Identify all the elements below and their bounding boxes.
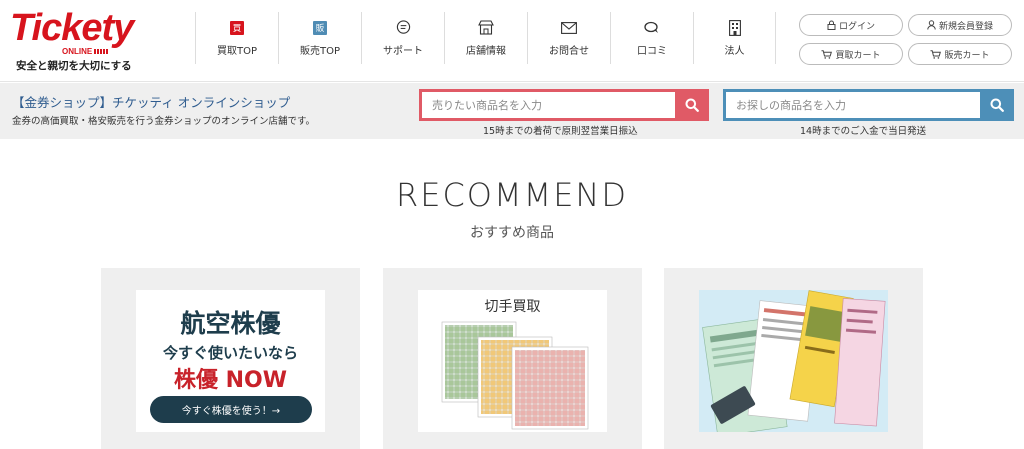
logo-online: ONLINE [62, 47, 108, 56]
cart-icon [930, 49, 942, 59]
sell-note: 15時までの着荷で原則翌営業日振込 [483, 126, 638, 137]
nav-contact[interactable]: お問合せ [527, 12, 610, 64]
recommend-card-stamps[interactable]: 切手買取 [383, 268, 642, 449]
site-header: Tickety ONLINE 安全と親切を大切にする 買 買取TOP 販 販売T… [0, 0, 1024, 82]
nav-label: 買取TOP [216, 45, 257, 57]
nav-label: 販売TOP [299, 45, 340, 57]
jr-tickets-banner [699, 290, 888, 432]
nav-label: 法人 [724, 45, 745, 57]
logo-tagline: 安全と親切を大切にする [16, 60, 132, 72]
nav-buy-top[interactable]: 買 買取TOP [195, 12, 278, 64]
building-icon [727, 19, 743, 36]
nav-reviews[interactable]: 口コミ [610, 12, 693, 64]
main-nav: 買 買取TOP 販 販売TOP サポート 店舗情報 お問合せ 口コミ 法人 [195, 12, 776, 64]
login-button[interactable]: ログイン [799, 14, 903, 36]
banner-heading: 航空株優 [180, 309, 281, 338]
nav-support[interactable]: サポート [361, 12, 444, 64]
store-icon [478, 20, 494, 36]
nav-sell-top[interactable]: 販 販売TOP [278, 12, 361, 64]
sell-search: 売りたい商品名を入力 [419, 89, 709, 121]
support-chat-icon [395, 20, 411, 36]
search-icon [685, 98, 699, 112]
lock-icon [827, 20, 836, 30]
banner-subheading: 今すぐ使いたいなら [162, 344, 298, 362]
sell-cart-button[interactable]: 販売カート [908, 43, 1012, 65]
register-button[interactable]: 新規会員登録 [908, 14, 1012, 36]
buy-search: お探しの商品名を入力 [723, 89, 1014, 121]
tickets-image [699, 290, 888, 432]
recommend-card-airline[interactable]: 航空株優 今すぐ使いたいなら 株優 NOW 今すぐ株優を使う！→ [101, 268, 360, 449]
buy-search-input[interactable]: お探しの商品名を入力 [723, 89, 980, 121]
shop-description: 金券の高価買取・格安販売を行う金券ショップのオンライン店舗です。 [12, 116, 316, 127]
sell-search-input[interactable]: 売りたい商品名を入力 [419, 89, 675, 121]
sell-search-button[interactable] [675, 89, 709, 121]
banner-brand: 株優 NOW [173, 368, 288, 393]
buy-cart-button[interactable]: 買取カート [799, 43, 903, 65]
buy-note: 14時までのご入金で当日発送 [800, 126, 927, 137]
logo-wordmark: Tickety [10, 7, 134, 49]
account-buttons: ログイン 新規会員登録 買取カート 販売カート [799, 14, 1014, 65]
nav-label: お問合せ [549, 45, 589, 57]
shop-title: 【金券ショップ】チケッティ オンラインショップ [12, 95, 291, 110]
use-now-button[interactable]: 今すぐ株優を使う！→ [150, 396, 312, 423]
search-icon [990, 98, 1004, 112]
nav-label: サポート [383, 45, 423, 57]
nav-label: 口コミ [637, 45, 667, 57]
search-band: 【金券ショップ】チケッティ オンラインショップ 金券の高価買取・格安販売を行う金… [0, 83, 1024, 139]
nav-corporate[interactable]: 法人 [693, 12, 776, 64]
user-icon [927, 20, 936, 30]
review-bubble-icon [644, 20, 660, 36]
recommend-subtitle: おすすめ商品 [470, 225, 554, 241]
airline-banner: 航空株優 今すぐ使いたいなら 株優 NOW 今すぐ株優を使う！→ [136, 290, 325, 432]
tickety-logo[interactable]: Tickety ONLINE 安全と親切を大切にする [10, 7, 150, 72]
cart-icon [821, 49, 833, 59]
recommend-title: RECOMMEND [396, 176, 628, 214]
nav-store-info[interactable]: 店舗情報 [444, 12, 527, 64]
recommend-card-jr-tickets[interactable] [664, 268, 923, 449]
stamp-banner: 切手買取 [418, 290, 607, 432]
sell-badge-icon: 販 [313, 20, 327, 35]
mail-icon [561, 20, 577, 36]
stamp-sheets-image [441, 321, 589, 430]
buy-search-button[interactable] [980, 89, 1014, 121]
buy-badge-icon: 買 [230, 20, 244, 35]
nav-label: 店舗情報 [466, 45, 506, 57]
